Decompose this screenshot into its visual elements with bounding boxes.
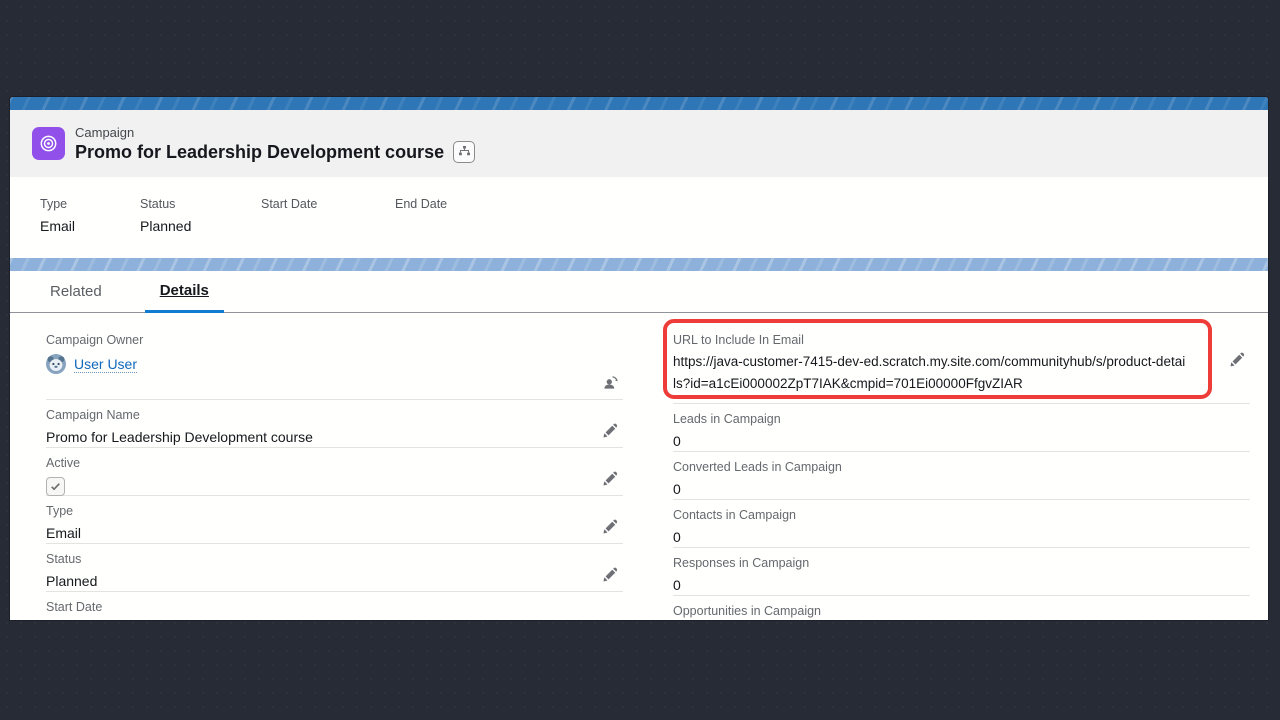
record-highlights-header: Campaign Promo for Leadership Developmen… [10, 110, 1268, 177]
edit-status-button[interactable] [602, 566, 618, 582]
salesforce-record-window: Campaign Promo for Leadership Developmen… [10, 97, 1268, 620]
field-label: Contacts in Campaign [673, 507, 1250, 523]
owner-link[interactable]: User User [74, 356, 137, 373]
field-leads-in-campaign: Leads in Campaign 0 [673, 404, 1250, 452]
edit-active-button[interactable] [602, 470, 618, 486]
field-contacts-in-campaign: Contacts in Campaign 0 [673, 500, 1250, 548]
page-title: Promo for Leadership Development course [75, 141, 444, 163]
edit-pencil-icon [1230, 352, 1245, 367]
edit-pencil-icon [603, 423, 618, 438]
field-campaign-owner: Campaign Owner [46, 325, 623, 400]
field-value: 0 [673, 432, 1250, 451]
field-value: https://java-customer-7415-dev-ed.scratc… [673, 351, 1188, 394]
highlight-field-start-date: Start Date [261, 196, 395, 258]
field-label: Converted Leads in Campaign [673, 459, 1250, 475]
field-type: Type Email [46, 496, 623, 544]
field-status: Status Planned [46, 544, 623, 592]
tab-details[interactable]: Details [145, 271, 224, 313]
tab-related[interactable]: Related [48, 271, 104, 312]
change-owner-icon [602, 374, 619, 391]
field-label: Start Date [261, 196, 395, 212]
section-divider-banner [10, 258, 1268, 271]
field-value: Planned [46, 572, 623, 591]
field-label: Opportunities in Campaign [673, 603, 1250, 619]
field-label: Type [46, 503, 623, 519]
field-start-date: Start Date [46, 592, 623, 620]
highlight-field-type: Type Email [40, 196, 140, 258]
field-value: Email [40, 217, 140, 235]
field-label: Responses in Campaign [673, 555, 1250, 571]
field-label: Active [46, 455, 623, 471]
field-opportunities-in-campaign: Opportunities in Campaign [673, 596, 1250, 620]
record-tabs: Related Details [10, 271, 1268, 313]
change-owner-button[interactable] [602, 374, 618, 390]
field-url-to-include-in-email: URL to Include In Email https://java-cus… [673, 325, 1250, 404]
field-value: Promo for Leadership Development course [46, 428, 623, 447]
entity-type-label: Campaign [75, 125, 475, 140]
highlight-field-status: Status Planned [140, 196, 261, 258]
highlights-fields-row: Type Email Status Planned Start Date End… [10, 177, 1268, 258]
field-label: Campaign Name [46, 407, 623, 423]
edit-pencil-icon [603, 519, 618, 534]
field-label: Status [140, 196, 261, 212]
field-value: 0 [673, 576, 1250, 595]
hierarchy-icon [458, 145, 471, 158]
field-label: Start Date [46, 599, 623, 615]
checked-checkbox [46, 477, 65, 496]
field-label: Type [40, 196, 140, 212]
field-value: 0 [673, 480, 1250, 499]
field-label: Campaign Owner [46, 332, 623, 348]
field-label: End Date [395, 196, 447, 212]
campaign-target-icon [32, 127, 65, 160]
field-converted-leads-in-campaign: Converted Leads in Campaign 0 [673, 452, 1250, 500]
record-detail-card: Related Details Campaign Owner [10, 271, 1268, 620]
field-label: Leads in Campaign [673, 411, 1250, 427]
edit-type-button[interactable] [602, 518, 618, 534]
field-label: URL to Include In Email [673, 332, 1250, 348]
field-active: Active [46, 448, 623, 496]
edit-pencil-icon [603, 567, 618, 582]
highlight-field-end-date: End Date [395, 196, 447, 258]
field-value: Planned [140, 217, 261, 235]
theme-banner [10, 97, 1268, 110]
field-responses-in-campaign: Responses in Campaign 0 [673, 548, 1250, 596]
edit-pencil-icon [603, 471, 618, 486]
edit-campaign-name-button[interactable] [602, 422, 618, 438]
field-campaign-name: Campaign Name Promo for Leadership Devel… [46, 400, 623, 448]
field-value: Email [46, 524, 623, 543]
field-value: 0 [673, 528, 1250, 547]
edit-url-button[interactable] [1229, 351, 1245, 367]
user-avatar [46, 354, 66, 374]
view-hierarchy-button[interactable] [453, 141, 475, 163]
field-label: Status [46, 551, 623, 567]
